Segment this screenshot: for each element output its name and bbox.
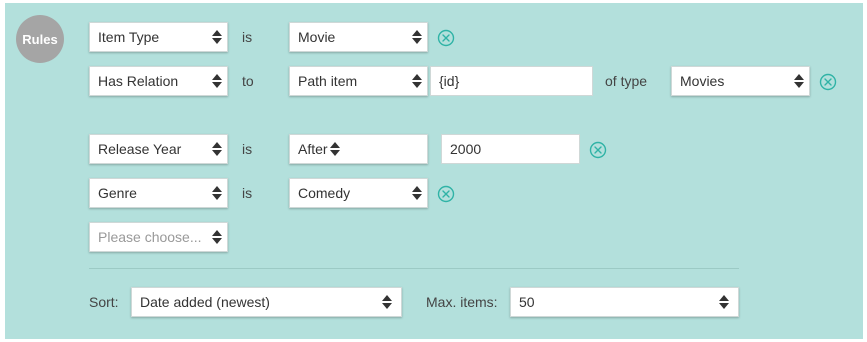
rule1-field-value: Item Type: [98, 29, 160, 45]
rule3-value-select[interactable]: After: [289, 134, 428, 164]
up-down-arrows-icon: [207, 22, 227, 52]
rule2-value: Path item: [298, 73, 358, 89]
up-down-arrows-icon: [328, 134, 342, 164]
sort-select[interactable]: Date added (newest): [131, 287, 402, 317]
up-down-arrows-icon: [207, 178, 227, 208]
up-down-arrows-icon: [207, 134, 227, 164]
rule3-field-value: Release Year: [98, 141, 182, 157]
sort-value: Date added (newest): [140, 294, 270, 310]
rule1-remove-icon[interactable]: [437, 29, 455, 47]
rule2-remove-icon[interactable]: [819, 73, 837, 91]
rule2-value-select[interactable]: Path item: [289, 66, 428, 96]
rules-badge: Rules: [16, 15, 64, 63]
rule2-type-select[interactable]: Movies: [671, 66, 810, 96]
up-down-arrows-icon: [407, 22, 427, 52]
rule4-field-value: Genre: [98, 185, 137, 201]
rule3-operator: is: [242, 141, 253, 157]
up-down-arrows-icon: [789, 66, 809, 96]
up-down-arrows-icon: [407, 66, 427, 96]
rules-badge-label: Rules: [22, 31, 58, 47]
up-down-arrows-icon: [207, 66, 227, 96]
rule3-value: After: [298, 141, 328, 157]
rule1-value-select[interactable]: Movie: [289, 22, 428, 52]
rule3-field-select[interactable]: Release Year: [89, 134, 228, 164]
rule2-id-input[interactable]: {id}: [430, 66, 593, 96]
up-down-arrows-icon: [373, 287, 401, 317]
rule4-value-select[interactable]: Comedy: [289, 178, 428, 208]
rule3-remove-icon[interactable]: [589, 141, 607, 159]
max-items-value: 50: [519, 294, 535, 310]
max-items-select[interactable]: 50: [510, 287, 739, 317]
up-down-arrows-icon: [407, 178, 427, 208]
rule4-field-select[interactable]: Genre: [89, 178, 228, 208]
rule4-value: Comedy: [298, 185, 351, 201]
sort-label: Sort:: [89, 294, 119, 310]
up-down-arrows-icon: [710, 287, 738, 317]
rule2-field-value: Has Relation: [98, 73, 179, 89]
rule2-operator: to: [242, 73, 254, 89]
rule4-operator: is: [242, 185, 253, 201]
rule2-type-value: Movies: [680, 73, 725, 89]
rule2-field-select[interactable]: Has Relation: [89, 66, 228, 96]
new-rule-field-select[interactable]: Please choose...: [89, 222, 228, 252]
divider: [89, 268, 739, 269]
rule3-year-input-value: 2000: [450, 141, 482, 157]
new-rule-placeholder: Please choose...: [98, 229, 202, 245]
rule1-value: Movie: [298, 29, 336, 45]
up-down-arrows-icon: [207, 222, 227, 252]
rule1-operator: is: [242, 29, 253, 45]
rule3-year-input[interactable]: 2000: [441, 134, 580, 164]
rule1-field-select[interactable]: Item Type: [89, 22, 228, 52]
rule2-id-input-value: {id}: [439, 73, 460, 89]
rule2-of-type-label: of type: [605, 73, 648, 89]
rule4-remove-icon[interactable]: [437, 185, 455, 203]
max-items-label: Max. items:: [426, 294, 498, 310]
